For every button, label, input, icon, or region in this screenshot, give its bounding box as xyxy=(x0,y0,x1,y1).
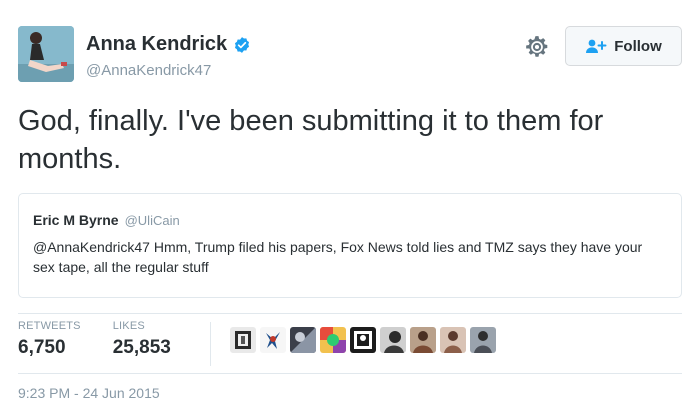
liker-avatar[interactable] xyxy=(410,327,436,353)
liker-avatar[interactable] xyxy=(350,327,376,353)
avatar[interactable] xyxy=(18,26,74,82)
liker-avatar[interactable] xyxy=(440,327,466,353)
retweets-stat[interactable]: RETWEETS 6,750 xyxy=(18,320,81,359)
follow-label: Follow xyxy=(614,37,662,55)
author-handle[interactable]: @AnnaKendrick47 xyxy=(86,62,251,79)
tweet-stats: RETWEETS 6,750 LIKES 25,853 xyxy=(18,320,171,359)
retweets-label: RETWEETS xyxy=(18,320,81,332)
tweet-card: Anna Kendrick @AnnaKendrick47 Follow God… xyxy=(0,0,700,415)
add-user-icon xyxy=(586,39,607,53)
quoted-tweet-text: @AnnaKendrick47 Hmm, Trump filed his pap… xyxy=(33,239,643,275)
liker-avatar[interactable] xyxy=(230,327,256,353)
liker-avatar[interactable] xyxy=(260,327,286,353)
likes-stat[interactable]: LIKES 25,853 xyxy=(113,320,171,359)
likes-count: 25,853 xyxy=(112,337,171,358)
quoted-author-name: Eric M Byrne xyxy=(33,212,119,228)
avatar-image xyxy=(18,26,74,82)
verified-badge-icon xyxy=(235,36,250,53)
author-name[interactable]: Anna Kendrick xyxy=(86,33,227,56)
follow-button[interactable]: Follow xyxy=(565,26,682,66)
quoted-tweet[interactable]: Eric M Byrne @UliCain @AnnaKendrick47 Hm… xyxy=(18,193,682,298)
divider xyxy=(18,373,682,374)
retweets-count: 6,750 xyxy=(18,337,66,358)
divider xyxy=(18,313,682,314)
tweet-text: God, finally. I've been submitting it to… xyxy=(18,105,604,175)
likes-label: LIKES xyxy=(112,320,145,332)
liker-avatar[interactable] xyxy=(320,327,346,353)
author-info: Anna Kendrick @AnnaKendrick47 xyxy=(86,33,251,79)
gear-icon[interactable] xyxy=(524,34,550,60)
stats-divider xyxy=(210,322,211,366)
liker-avatars xyxy=(230,327,496,353)
liker-avatar[interactable] xyxy=(380,327,406,353)
liker-avatar[interactable] xyxy=(290,327,316,353)
liker-avatar[interactable] xyxy=(470,327,496,353)
quoted-author-handle: @UliCain xyxy=(124,213,180,228)
tweet-timestamp[interactable]: 9:23 PM - 24 Jun 2015 xyxy=(18,385,160,401)
